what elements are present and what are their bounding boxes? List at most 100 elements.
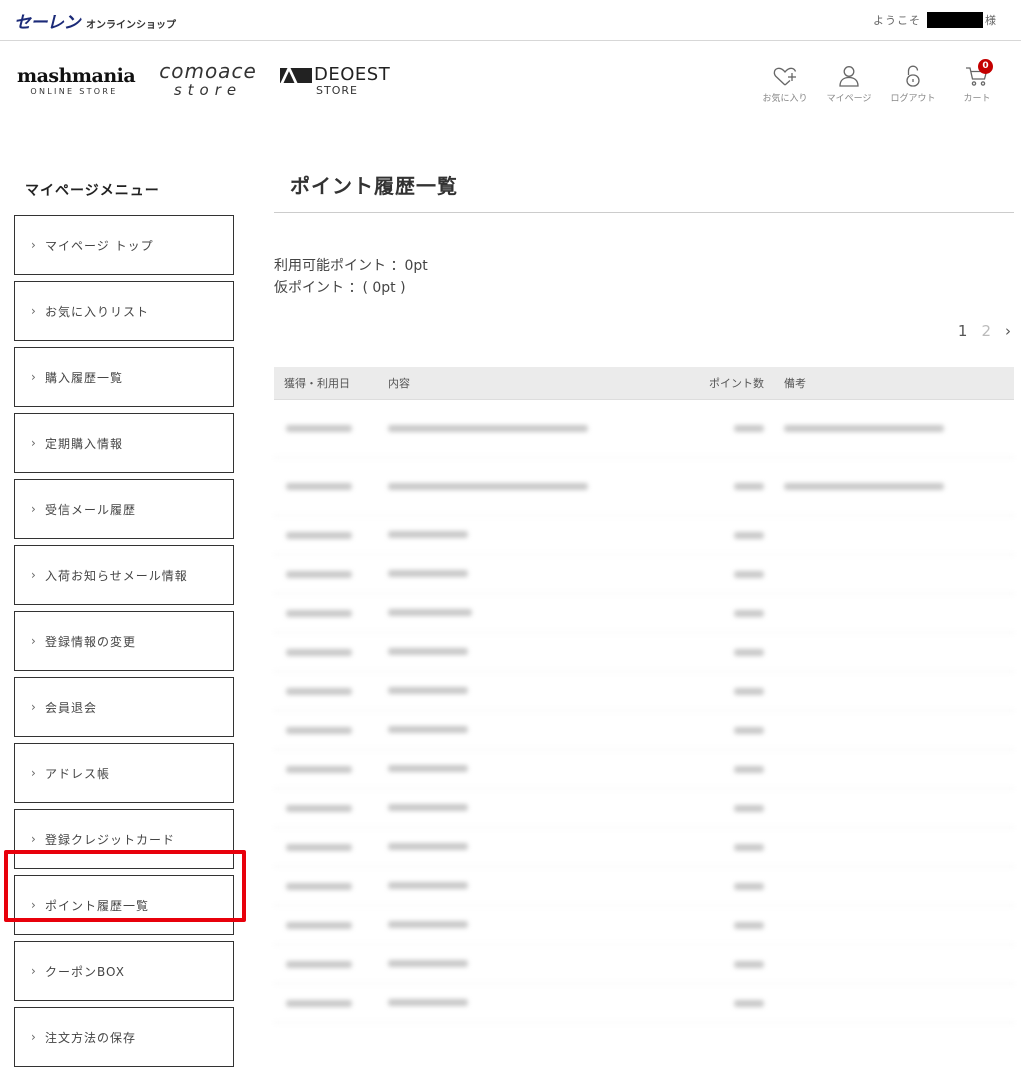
table-row — [274, 458, 1014, 516]
top-bar: セーレン オンラインショップ ようこそ 様 — [0, 0, 1021, 41]
sidebar-item-label: 会員退会 — [45, 700, 98, 715]
sidebar-item-coupon-box[interactable]: › クーポンBOX — [14, 941, 234, 1001]
redacted-content — [384, 478, 664, 496]
table-row — [274, 400, 1014, 458]
sidebar-item-mypage-top[interactable]: › マイページ トップ — [14, 215, 234, 275]
page-2-link[interactable]: 2 — [981, 322, 991, 340]
cart-label: カート — [963, 94, 991, 104]
sidebar-item-label: 登録クレジットカード — [45, 832, 176, 847]
sidebar-item-edit-profile[interactable]: › 登録情報の変更 — [14, 611, 234, 671]
deoest-logo-sub: STORE — [316, 84, 358, 97]
sidebar-item-mail-history[interactable]: › 受信メール履歴 — [14, 479, 234, 539]
table-row — [274, 828, 1014, 867]
mashmania-logo-sub: ONLINE STORE — [30, 87, 118, 96]
seiren-logo[interactable]: セーレン オンラインショップ — [14, 8, 176, 33]
table-row — [274, 984, 1014, 1023]
user-icon — [839, 66, 859, 87]
table-row — [274, 750, 1014, 789]
sidebar-item-purchase-history[interactable]: › 購入履歴一覧 — [14, 347, 234, 407]
page-1-link[interactable]: 1 — [958, 322, 968, 340]
sidebar-item-restock-notice[interactable]: › 入荷お知らせメール情報 — [14, 545, 234, 605]
redacted-date — [274, 724, 384, 737]
sidebar-item-saved-order-method[interactable]: › 注文方法の保存 — [14, 1007, 234, 1067]
chevron-right-icon: › — [31, 502, 37, 516]
table-row — [274, 789, 1014, 828]
brand-subtitle: オンラインショップ — [86, 20, 176, 31]
chevron-right-icon: › — [31, 1030, 37, 1044]
next-page-icon[interactable]: › — [1005, 322, 1011, 340]
comoace-logo-sub: store — [173, 81, 243, 99]
redacted-note — [764, 480, 944, 493]
redacted-date — [274, 958, 384, 971]
column-header-date: 獲得・利用日 — [284, 377, 350, 390]
table-row — [274, 516, 1014, 555]
chevron-right-icon: › — [31, 634, 37, 648]
comoace-logo[interactable]: comoace store — [157, 60, 259, 98]
logout-button[interactable]: ログアウト — [881, 64, 945, 104]
welcome-suffix: 様 — [985, 14, 997, 27]
sidebar-item-label: 受信メール履歴 — [45, 502, 137, 517]
favorites-button[interactable]: お気に入り — [753, 64, 817, 104]
chevron-right-icon: › — [31, 238, 37, 252]
column-header-points: ポイント数 — [709, 377, 764, 390]
heart-plus-icon — [773, 67, 797, 86]
provisional-points: 仮ポイント ：( 0pt ) — [274, 280, 406, 296]
redacted-content — [384, 916, 664, 934]
redacted-date — [274, 919, 384, 932]
chevron-right-icon: › — [31, 700, 37, 714]
unlock-icon — [906, 65, 920, 87]
redacted-content — [384, 799, 664, 817]
sidebar-item-label: マイページ トップ — [45, 238, 154, 253]
column-header-content: 内容 — [388, 377, 410, 390]
sidebar-item-subscription[interactable]: › 定期購入情報 — [14, 413, 234, 473]
redacted-points — [664, 841, 764, 854]
table-body — [274, 400, 1014, 1023]
redacted-content — [384, 877, 664, 895]
redacted-points — [664, 646, 764, 659]
redacted-content — [384, 682, 664, 700]
sidebar-item-favorites[interactable]: › お気に入りリスト — [14, 281, 234, 341]
redacted-content — [384, 526, 664, 544]
redacted-date — [274, 607, 384, 620]
deoest-logo[interactable]: DEOEST STORE — [280, 66, 402, 98]
redacted-date — [274, 480, 384, 493]
comoace-logo-text: comoace — [159, 59, 257, 83]
redacted-date — [274, 841, 384, 854]
table-row — [274, 555, 1014, 594]
chevron-right-icon: › — [31, 766, 37, 780]
cart-button[interactable]: 0 カート — [945, 59, 1009, 104]
redacted-points — [664, 529, 764, 542]
table-row — [274, 906, 1014, 945]
redacted-content — [384, 721, 664, 739]
page-title: ポイント履歴一覧 — [290, 174, 458, 198]
table-row — [274, 633, 1014, 672]
sidebar-item-label: 入荷お知らせメール情報 — [45, 568, 188, 583]
redacted-content — [384, 420, 664, 438]
redacted-content — [384, 760, 664, 778]
title-divider — [274, 212, 1014, 213]
sidebar-item-address-book[interactable]: › アドレス帳 — [14, 743, 234, 803]
redacted-date — [274, 646, 384, 659]
chevron-right-icon: › — [31, 568, 37, 582]
table-row — [274, 867, 1014, 906]
brand-name: セーレン — [14, 13, 81, 33]
welcome-prefix: ようこそ — [873, 14, 921, 27]
redacted-date — [274, 997, 384, 1010]
table-row — [274, 711, 1014, 750]
mashmania-logo[interactable]: mashmania ONLINE STORE — [17, 66, 136, 96]
chevron-right-icon: › — [31, 370, 37, 384]
sidebar-item-label: 注文方法の保存 — [45, 1030, 137, 1045]
sidebar-item-credit-card[interactable]: › 登録クレジットカード — [14, 809, 234, 869]
mypage-button[interactable]: マイページ — [817, 64, 881, 104]
chevron-right-icon: › — [31, 832, 37, 846]
chevron-right-icon: › — [31, 964, 37, 978]
redacted-note — [764, 422, 944, 435]
chevron-right-icon: › — [31, 436, 37, 450]
sidebar-item-point-history[interactable]: › ポイント履歴一覧 — [14, 875, 234, 935]
sidebar-item-withdraw[interactable]: › 会員退会 — [14, 677, 234, 737]
redacted-points — [664, 422, 764, 435]
table-header: 獲得・利用日 内容 ポイント数 備考 — [274, 367, 1014, 400]
pagination: 1 2 › — [944, 322, 1011, 340]
redacted-date — [274, 802, 384, 815]
redacted-points — [664, 607, 764, 620]
